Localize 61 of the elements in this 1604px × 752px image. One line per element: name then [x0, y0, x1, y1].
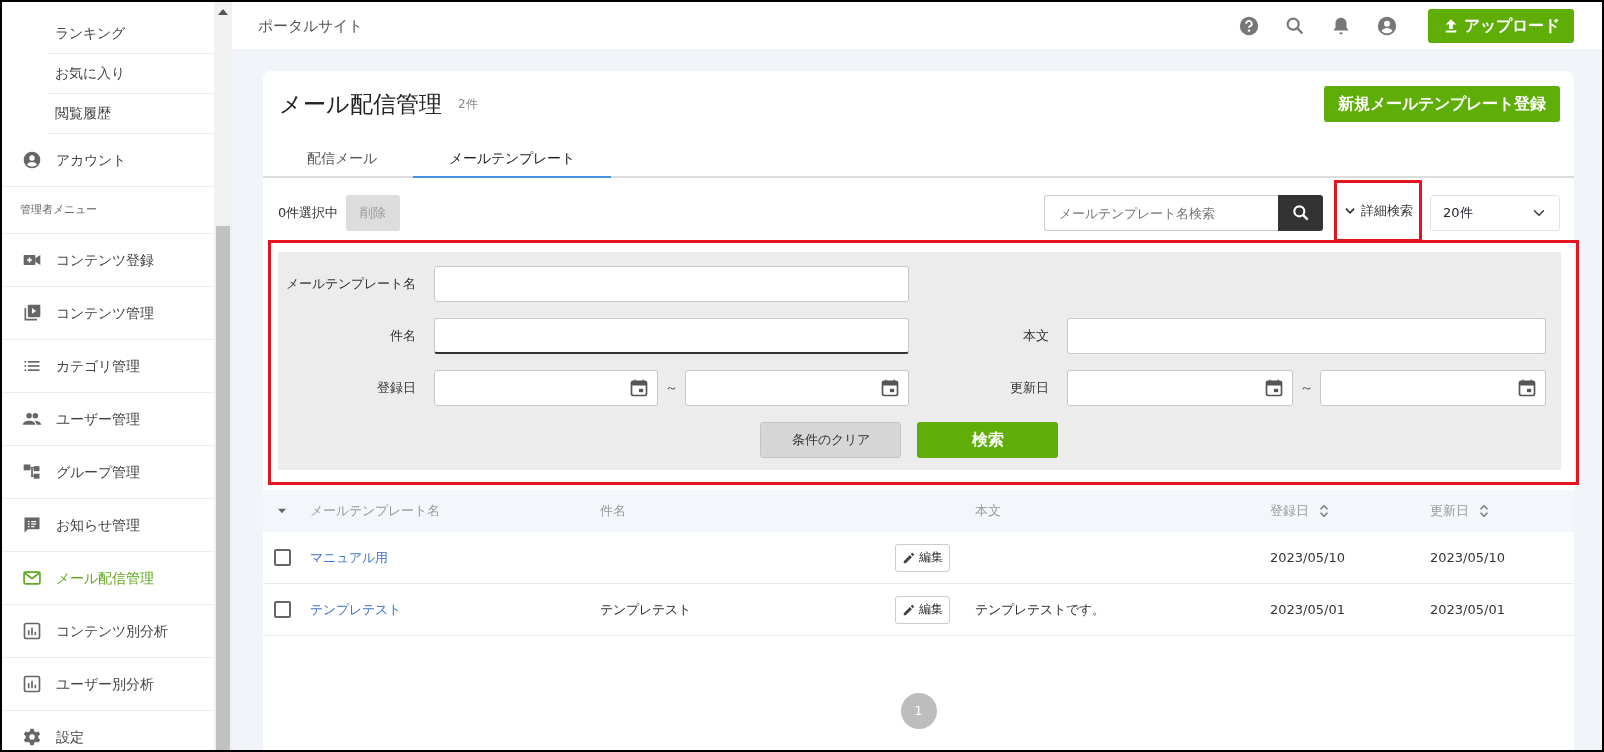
gear-icon [22, 727, 42, 747]
item-count: 2件 [458, 96, 478, 113]
date-field[interactable] [1067, 370, 1293, 406]
account-icon[interactable] [1376, 15, 1398, 37]
sort-icon[interactable] [1477, 504, 1491, 518]
clear-button[interactable]: 条件のクリア [760, 422, 901, 458]
column-header: 件名 [600, 501, 626, 520]
video-library-icon [22, 303, 42, 323]
table-cell: テンプレテスト [600, 601, 691, 617]
column-header: 本文 [975, 501, 1001, 520]
sort-icon[interactable] [1317, 504, 1331, 518]
hierarchy-icon [22, 462, 42, 482]
column-header: メールテンプレート名 [310, 501, 440, 520]
calendar-icon [880, 378, 900, 398]
account-icon [22, 150, 42, 170]
calendar-icon [629, 378, 649, 398]
site-title[interactable]: ポータルサイト [258, 14, 363, 38]
bar-chart-icon [22, 674, 42, 694]
search-icon [1290, 203, 1311, 223]
table-cell: テンプレテストです。 [975, 601, 1105, 617]
mail-icon [22, 568, 42, 588]
tab[interactable]: メールテンプレート [413, 140, 611, 178]
pencil-icon [902, 550, 916, 565]
date-field[interactable] [434, 370, 658, 406]
help-icon[interactable] [1238, 15, 1260, 37]
search-icon[interactable] [1284, 15, 1306, 37]
checkbox[interactable] [274, 601, 291, 618]
field-label: メールテンプレート名 [285, 274, 416, 293]
page-size-select[interactable]: 20件 [1430, 195, 1560, 231]
date-field[interactable] [685, 370, 909, 406]
tab[interactable]: 配信メール [271, 140, 413, 178]
selection-count: 0件選択中 [278, 204, 339, 223]
detail-search-toggle[interactable]: 詳細検索 [1343, 201, 1413, 221]
calendar-icon [1517, 378, 1537, 398]
page-title: メール配信管理 [279, 89, 442, 119]
pencil-icon [902, 602, 916, 617]
range-separator: ～ [1299, 379, 1314, 398]
field-label: 件名 [389, 326, 416, 345]
search-button[interactable] [1278, 195, 1323, 231]
input-field[interactable] [434, 318, 909, 354]
scroll-up-icon[interactable] [218, 8, 228, 16]
table-cell: 2023/05/10 [1270, 549, 1345, 565]
field-label: 更新日 [1009, 378, 1049, 397]
range-separator: ～ [664, 379, 679, 398]
input-field[interactable] [1067, 318, 1546, 354]
checkbox[interactable] [274, 549, 291, 566]
input-field[interactable] [434, 266, 909, 302]
field-label: 本文 [1022, 326, 1049, 345]
table-cell: 2023/05/01 [1430, 601, 1505, 617]
edit-button[interactable]: 編集 [895, 543, 950, 572]
calendar-icon [1264, 378, 1284, 398]
table-cell: 2023/05/01 [1270, 601, 1345, 617]
edit-button[interactable]: 編集 [895, 595, 950, 624]
date-field[interactable] [1320, 370, 1546, 406]
message-icon [22, 515, 42, 535]
field-label: 登録日 [376, 378, 416, 397]
template-link[interactable]: テンプレテスト [310, 601, 401, 617]
search-field[interactable]: メールテンプレート名検索 [1044, 195, 1278, 231]
bar-chart-icon [22, 621, 42, 641]
table-cell: 2023/05/10 [1430, 549, 1505, 565]
template-link[interactable]: マニュアル用 [310, 549, 388, 565]
